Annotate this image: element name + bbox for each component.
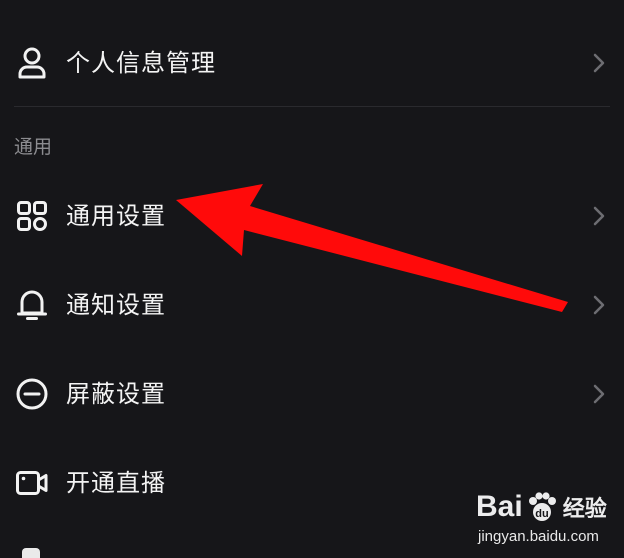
paw-icon: du	[525, 490, 559, 524]
general-settings-label: 通用设置	[66, 202, 166, 230]
next-row-icon-peek	[22, 548, 40, 558]
chevron-right-icon	[588, 379, 610, 409]
chevron-right-icon	[588, 290, 610, 320]
watermark-url: jingyan.baidu.com	[478, 528, 599, 545]
user-icon	[14, 45, 50, 81]
svg-text:du: du	[535, 508, 548, 520]
minus-circle-icon	[14, 376, 50, 412]
chevron-right-icon	[588, 201, 610, 231]
chevron-right-icon	[588, 48, 610, 78]
baidu-jingyan-watermark: Bai du 经验 jingyan.baidu.com	[476, 488, 616, 550]
start-live-label: 开通直播	[66, 469, 166, 497]
baidu-logo: Bai du 经验	[476, 488, 607, 526]
divider	[14, 106, 610, 107]
notification-settings-row[interactable]: 通知设置	[0, 270, 624, 340]
profile-management-label: 个人信息管理	[66, 49, 216, 77]
bell-icon	[14, 287, 50, 323]
watermark-brand-bai: Bai	[476, 490, 523, 523]
block-settings-label: 屏蔽设置	[66, 380, 166, 408]
notification-settings-label: 通知设置	[66, 291, 166, 319]
watermark-brand-jingyan: 经验	[562, 497, 607, 522]
video-camera-icon	[14, 465, 50, 501]
general-settings-row[interactable]: 通用设置	[0, 181, 624, 251]
profile-management-row[interactable]: 个人信息管理	[0, 28, 624, 98]
block-settings-row[interactable]: 屏蔽设置	[0, 359, 624, 429]
section-header-general: 通用	[14, 136, 53, 158]
settings-screen: 个人信息管理 通用 通用设置 通知设置 屏蔽设置 开通直播 Bai du 经验 …	[0, 0, 624, 558]
grid-icon	[14, 198, 50, 234]
